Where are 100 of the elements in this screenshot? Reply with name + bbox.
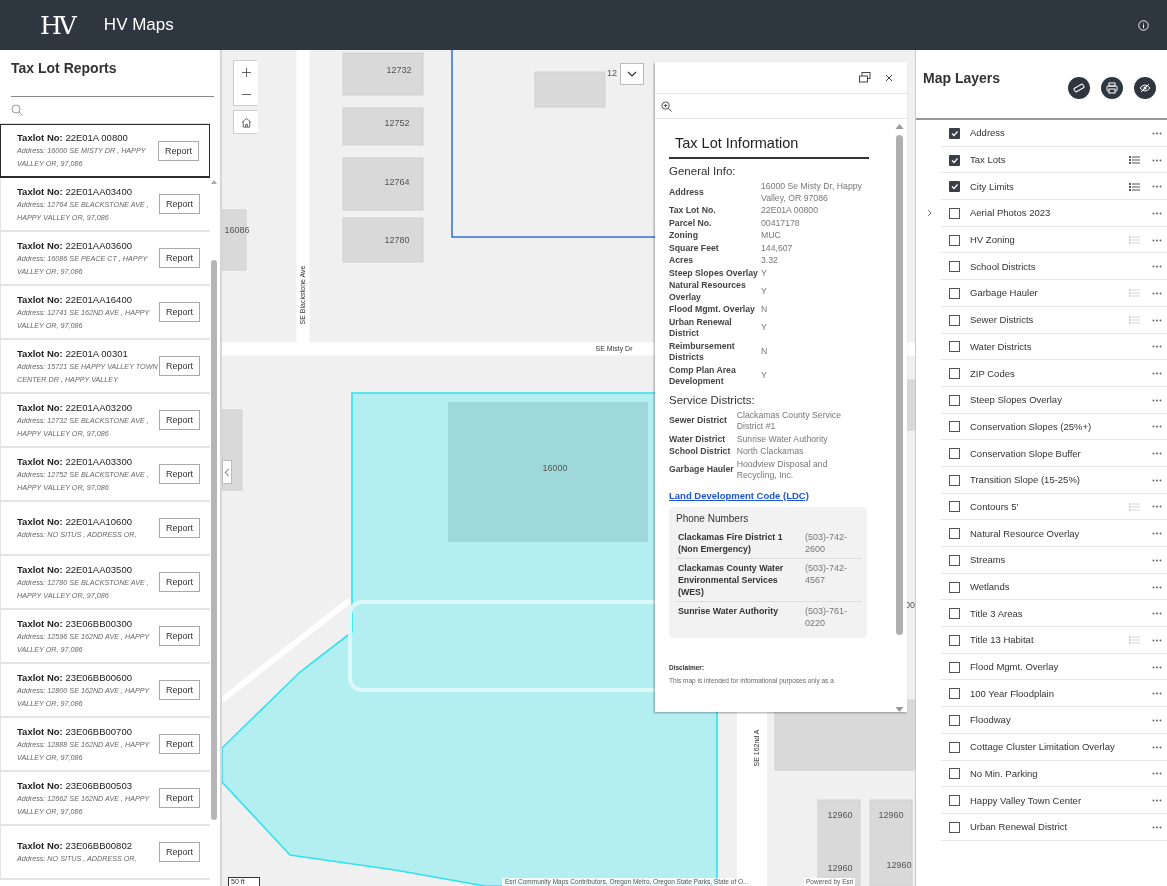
report-button[interactable]: Report <box>159 572 200 592</box>
layer-checkbox[interactable] <box>949 261 960 273</box>
ellipsis-icon[interactable] <box>1152 558 1162 562</box>
layer-name[interactable]: Steep Slopes Overlay <box>970 394 1115 407</box>
ellipsis-icon[interactable] <box>1152 478 1162 482</box>
ellipsis-icon[interactable] <box>1152 265 1162 269</box>
ellipsis-icon[interactable] <box>1152 372 1162 376</box>
ellipsis-icon[interactable] <box>1152 158 1162 162</box>
layer-name[interactable]: Contours 5' <box>970 500 1115 513</box>
info-icon[interactable] <box>1138 19 1149 31</box>
layer-checkbox[interactable] <box>949 554 960 566</box>
report-button[interactable]: Report <box>159 788 200 808</box>
layer-name[interactable]: City Limits <box>970 180 1115 193</box>
report-button[interactable]: Report <box>159 194 200 214</box>
ellipsis-icon[interactable] <box>1152 211 1162 215</box>
layer-name[interactable]: HV Zoning <box>970 234 1115 247</box>
dock-button[interactable] <box>859 72 871 83</box>
layer-checkbox[interactable] <box>949 181 960 193</box>
ellipsis-icon[interactable] <box>1152 772 1162 776</box>
ellipsis-icon[interactable] <box>1152 345 1162 349</box>
layer-checkbox[interactable] <box>949 368 960 380</box>
layer-name[interactable]: 100 Year Floodplain <box>970 687 1115 700</box>
layer-checkbox[interactable] <box>949 608 960 620</box>
layer-name[interactable]: Title 13 Habitat <box>970 634 1115 647</box>
ruler-button[interactable] <box>1068 77 1090 99</box>
layer-name[interactable]: Sewer Districts <box>970 314 1115 327</box>
layer-checkbox[interactable] <box>949 341 960 353</box>
ellipsis-icon[interactable] <box>1152 505 1162 509</box>
layer-checkbox[interactable] <box>949 154 960 166</box>
ellipsis-icon[interactable] <box>1152 612 1162 616</box>
layer-checkbox[interactable] <box>949 795 960 807</box>
legend-list-icon[interactable] <box>1129 181 1140 192</box>
ellipsis-icon[interactable] <box>1152 291 1162 295</box>
report-button[interactable]: Report <box>159 248 200 268</box>
close-button[interactable] <box>885 73 893 82</box>
layer-checkbox[interactable] <box>949 821 960 833</box>
layer-checkbox[interactable] <box>949 501 960 513</box>
layer-name[interactable]: Conservation Slope Buffer <box>970 447 1115 460</box>
layer-checkbox[interactable] <box>949 474 960 486</box>
ellipsis-icon[interactable] <box>1152 825 1162 829</box>
layer-checkbox[interactable] <box>949 127 960 139</box>
layer-name[interactable]: Tax Lots <box>970 154 1115 167</box>
ellipsis-icon[interactable] <box>1152 665 1162 669</box>
ellipsis-icon[interactable] <box>1152 692 1162 696</box>
eye-slash-button[interactable] <box>1134 77 1156 99</box>
zoom-to-icon[interactable] <box>661 100 672 112</box>
report-button[interactable]: Report <box>159 734 200 754</box>
layer-checkbox[interactable] <box>949 394 960 406</box>
ldc-link[interactable]: Land Development Code (LDC) <box>669 489 809 501</box>
ellipsis-icon[interactable] <box>1152 131 1162 135</box>
scrollbar[interactable] <box>895 123 904 713</box>
report-button[interactable]: Report <box>159 302 200 322</box>
report-button[interactable]: Report <box>159 356 200 376</box>
ellipsis-icon[interactable] <box>1152 398 1162 402</box>
layer-name[interactable]: Floodway <box>970 714 1115 727</box>
report-button[interactable]: Report <box>159 518 200 538</box>
layer-name[interactable]: Flood Mgmt. Overlay <box>970 661 1115 674</box>
layer-checkbox[interactable] <box>949 661 960 673</box>
layer-checkbox[interactable] <box>949 314 960 326</box>
chevron-right-icon[interactable] <box>927 209 932 218</box>
ellipsis-icon[interactable] <box>1152 452 1162 456</box>
layer-name[interactable]: School Districts <box>970 260 1115 273</box>
layer-checkbox[interactable] <box>949 448 960 460</box>
ellipsis-icon[interactable] <box>1152 185 1162 189</box>
layer-checkbox[interactable] <box>949 741 960 753</box>
layer-name[interactable]: Conservation Slopes (25%+) <box>970 420 1115 433</box>
layer-checkbox[interactable] <box>949 528 960 540</box>
layer-name[interactable]: Address <box>970 127 1115 140</box>
layer-name[interactable]: Streams <box>970 554 1115 567</box>
report-button[interactable]: Report <box>159 626 200 646</box>
layer-checkbox[interactable] <box>949 688 960 700</box>
ellipsis-icon[interactable] <box>1152 718 1162 722</box>
ellipsis-icon[interactable] <box>1152 532 1162 536</box>
legend-list-icon[interactable] <box>1129 155 1140 166</box>
layer-name[interactable]: ZIP Codes <box>970 367 1115 380</box>
layer-name[interactable]: Happy Valley Town Center <box>970 794 1115 807</box>
report-button[interactable]: Report <box>159 680 200 700</box>
layer-checkbox[interactable] <box>949 581 960 593</box>
printer-button[interactable] <box>1101 77 1123 99</box>
layer-checkbox[interactable] <box>949 287 960 299</box>
layer-name[interactable]: Water Districts <box>970 340 1115 353</box>
layer-checkbox[interactable] <box>949 714 960 726</box>
layer-checkbox[interactable] <box>949 768 960 780</box>
layer-checkbox[interactable] <box>949 207 960 219</box>
layer-name[interactable]: Title 3 Areas <box>970 607 1115 620</box>
report-button[interactable]: Report <box>159 842 200 862</box>
layer-checkbox[interactable] <box>949 234 960 246</box>
layer-name[interactable]: Transition Slope (15-25%) <box>970 474 1115 487</box>
layer-name[interactable]: Aerial Photos 2023 <box>970 207 1115 220</box>
collapse-panel-button[interactable] <box>222 460 232 484</box>
ellipsis-icon[interactable] <box>1152 745 1162 749</box>
layer-checkbox[interactable] <box>949 634 960 646</box>
layer-name[interactable]: Wetlands <box>970 581 1115 594</box>
report-button[interactable]: Report <box>159 464 200 484</box>
ellipsis-icon[interactable] <box>1152 585 1162 589</box>
layer-name[interactable]: Cottage Cluster Limitation Overlay <box>970 741 1115 754</box>
ellipsis-icon[interactable] <box>1152 318 1162 322</box>
layer-name[interactable]: Urban Renewal District <box>970 821 1115 834</box>
layer-name[interactable]: No Min. Parking <box>970 767 1115 780</box>
ellipsis-icon[interactable] <box>1152 425 1162 429</box>
